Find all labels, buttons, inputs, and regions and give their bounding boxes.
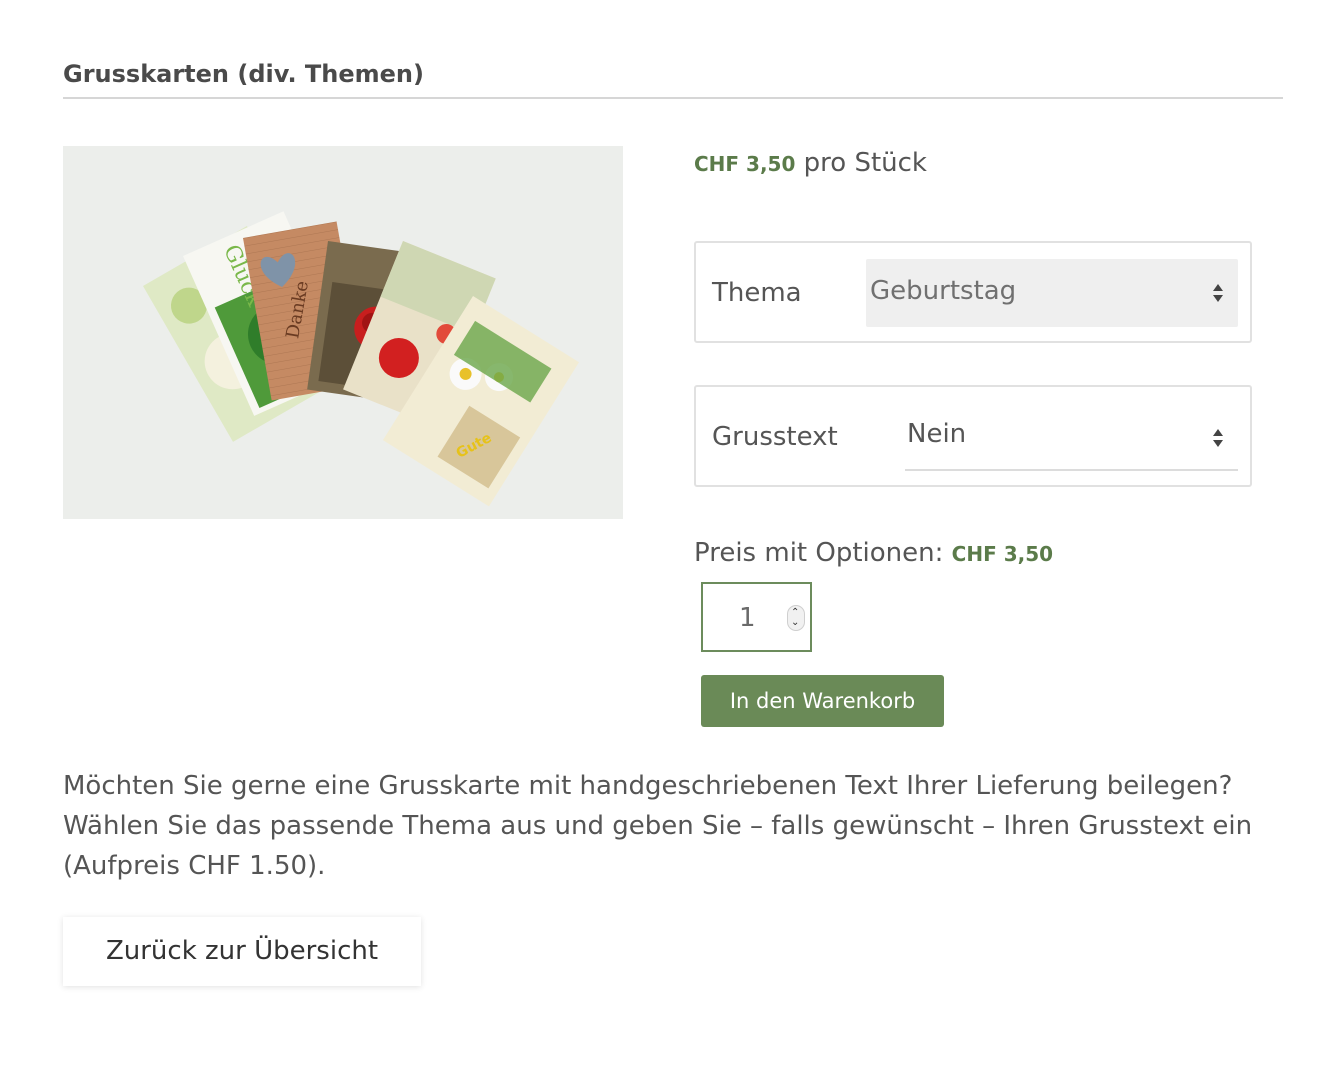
grusstext-select-value: Nein [907,419,967,449]
select-arrows-icon [1213,284,1223,302]
product-image: Glück Danke Gute [63,146,623,519]
thema-label: Thema [712,278,802,308]
grusstext-label: Grusstext [712,422,838,452]
options-price-label: Preis mit Optionen: [694,538,944,568]
option-grusstext: Grusstext Nein [694,385,1252,487]
unit-price: CHF 3,50 pro Stück [694,148,927,178]
quantity-input[interactable]: 1 ⌃ ⌄ [701,582,812,652]
product-description: Möchten Sie gerne eine Grusskarte mit ha… [63,766,1303,886]
thema-select-value: Geburtstag [870,276,1017,306]
title-divider [63,97,1283,99]
product-title: Grusskarten (div. Themen) [63,60,424,88]
description-line: Möchten Sie gerne eine Grusskarte mit ha… [63,771,1233,801]
options-price: Preis mit Optionen: CHF 3,50 [694,538,1053,568]
description-line: (Aufpreis CHF 1.50). [63,851,326,881]
quantity-value: 1 [739,603,756,633]
add-to-cart-button[interactable]: In den Warenkorb [701,675,944,727]
option-thema: Thema Geburtstag [694,241,1252,343]
grusstext-select[interactable]: Nein [905,407,1238,471]
unit-price-amount: CHF 3,50 [694,152,796,176]
back-to-overview-button[interactable]: Zurück zur Übersicht [63,917,421,986]
unit-price-label: pro Stück [803,148,927,178]
select-arrows-icon [1213,429,1223,447]
options-price-amount: CHF 3,50 [951,542,1054,566]
thema-select[interactable]: Geburtstag [866,259,1238,327]
description-line: Wählen Sie das passende Thema aus und ge… [63,811,1253,841]
quantity-spinner-icon[interactable]: ⌃ ⌄ [787,605,805,631]
